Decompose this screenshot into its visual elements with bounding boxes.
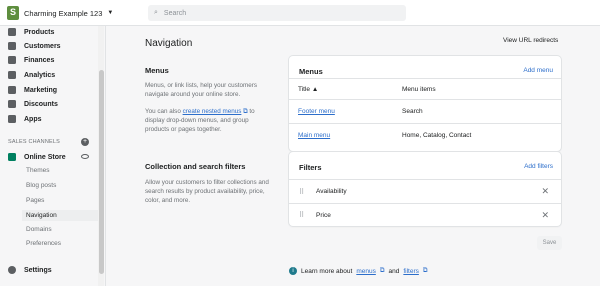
search-placeholder: Search <box>163 9 187 17</box>
learn-text: Learn more about <box>301 267 353 275</box>
sidebar-item-label: Marketing <box>24 86 58 94</box>
column-title-header[interactable]: Title ▲ <box>298 86 318 93</box>
sidebar-subitem-navigation[interactable]: Navigation <box>22 210 98 221</box>
sidebar-item-settings[interactable]: Settings <box>8 266 52 274</box>
menu-items-cell: Search <box>402 108 423 115</box>
sidebar-subitem-blog-posts[interactable]: Blog posts <box>26 182 56 189</box>
sidebar-item-marketing[interactable]: Marketing <box>8 86 57 94</box>
sidebar-item-label: Customers <box>24 42 61 50</box>
add-menu-button[interactable]: Add menu <box>523 67 553 74</box>
save-button[interactable]: Save <box>537 236 562 250</box>
sidebar-item-customers[interactable]: Customers <box>8 42 61 50</box>
desc-text: You can also <box>145 108 183 115</box>
filters-section-title: Collection and search filters <box>145 162 246 171</box>
filters-card: Filters Add filters ⠿ Availability ✕ ⠿ P… <box>289 152 561 226</box>
filter-row[interactable]: ⠿ Availability ✕ <box>289 179 561 203</box>
external-link-icon: ⧉ <box>379 267 385 274</box>
drag-handle-icon[interactable]: ⠿ <box>299 211 304 219</box>
sidebar-item-apps[interactable]: Apps <box>8 115 42 123</box>
drag-handle-icon[interactable]: ⠿ <box>299 188 304 196</box>
filter-name: Availability <box>316 188 347 195</box>
eye-icon[interactable] <box>81 154 89 159</box>
sidebar-item-label: Finances <box>24 56 55 64</box>
chevron-down-icon: ▼ <box>107 10 114 16</box>
main-menu-link[interactable]: Main menu <box>298 132 330 139</box>
filters-section-desc: Allow your customers to filter collectio… <box>145 179 269 204</box>
page-title: Navigation <box>145 38 193 49</box>
sidebar-item-online-store[interactable]: Online Store <box>8 153 66 161</box>
person-icon <box>8 42 16 50</box>
sidebar-item-discounts[interactable]: Discounts <box>8 100 58 108</box>
menus-section-desc: Menus, or link lists, help your customer… <box>145 82 257 98</box>
sidebar-item-finances[interactable]: Finances <box>8 56 54 64</box>
sidebar-item-analytics[interactable]: Analytics <box>8 71 55 79</box>
info-icon: i <box>289 267 297 275</box>
sidebar-subitem-pages[interactable]: Pages <box>26 197 44 204</box>
menus-section-desc-2: You can also create nested menus ⧉ to di… <box>145 107 273 134</box>
main-content: Navigation View URL redirects Menus Menu… <box>106 26 600 286</box>
sidebar: Products Customers Finances Analytics Ma… <box>0 26 106 286</box>
megaphone-icon <box>8 86 16 94</box>
store-name: Charming Example 123 <box>24 8 103 18</box>
menus-card-title: Menus <box>299 67 323 76</box>
top-bar: Charming Example 123 ▼ ⌕ Search <box>0 0 600 26</box>
filters-card-title: Filters <box>299 163 322 172</box>
close-icon[interactable]: ✕ <box>541 186 549 197</box>
sales-channels-label: SALES CHANNELS <box>8 139 61 145</box>
menus-section-title: Menus <box>145 66 169 75</box>
sidebar-item-label: Analytics <box>24 71 56 79</box>
gear-icon <box>8 266 16 274</box>
menu-items-cell: Home, Catalog, Contact <box>402 132 472 139</box>
table-row[interactable]: Footer menu Search <box>289 99 561 123</box>
bank-icon <box>8 56 16 64</box>
sidebar-item-label: Discounts <box>24 100 58 108</box>
sidebar-item-label: Products <box>24 28 55 36</box>
table-row[interactable]: Main menu Home, Catalog, Contact <box>289 123 561 147</box>
filter-name: Price <box>316 211 331 219</box>
column-menu-items-header: Menu items <box>402 85 436 93</box>
sidebar-item-label: Apps <box>24 115 42 123</box>
sidebar-subitem-domains[interactable]: Domains <box>26 226 52 233</box>
footer-menu-link[interactable]: Footer menu <box>298 108 335 115</box>
search-icon: ⌕ <box>154 9 158 16</box>
external-link-icon: ⧉ <box>422 267 428 274</box>
add-channel-icon[interactable]: + <box>81 138 89 146</box>
shopify-logo-icon <box>7 6 19 20</box>
create-nested-menus-link[interactable]: create nested menus <box>183 108 242 115</box>
learn-more: i Learn more about menus ⧉ and filters ⧉ <box>289 267 428 275</box>
menus-card: Menus Add menu Title ▲ Menu items Footer… <box>289 56 561 151</box>
apps-icon <box>8 115 16 123</box>
table-header: Title ▲ Menu items <box>289 78 561 99</box>
bar-chart-icon <box>8 71 16 79</box>
discount-icon <box>8 100 16 108</box>
store-switcher[interactable]: Charming Example 123 ▼ <box>7 6 113 20</box>
sidebar-scrollbar-thumb[interactable] <box>99 70 104 274</box>
sidebar-item-label: Settings <box>24 266 52 274</box>
store-icon <box>8 153 16 161</box>
sidebar-item-label: Online Store <box>24 153 66 161</box>
search-input[interactable]: ⌕ Search <box>148 5 406 21</box>
sidebar-subitem-preferences[interactable]: Preferences <box>26 240 61 247</box>
filters-help-link[interactable]: filters <box>403 268 419 275</box>
add-filters-button[interactable]: Add filters <box>524 163 553 170</box>
learn-text: and <box>388 267 400 275</box>
sidebar-subitem-themes[interactable]: Themes <box>26 167 49 174</box>
filter-row[interactable]: ⠿ Price ✕ <box>289 203 561 226</box>
sidebar-item-products[interactable]: Products <box>8 28 54 36</box>
close-icon[interactable]: ✕ <box>541 210 549 221</box>
tag-icon <box>8 28 16 36</box>
menus-help-link[interactable]: menus <box>356 268 376 275</box>
view-url-redirects-button[interactable]: View URL redirects <box>503 37 558 44</box>
